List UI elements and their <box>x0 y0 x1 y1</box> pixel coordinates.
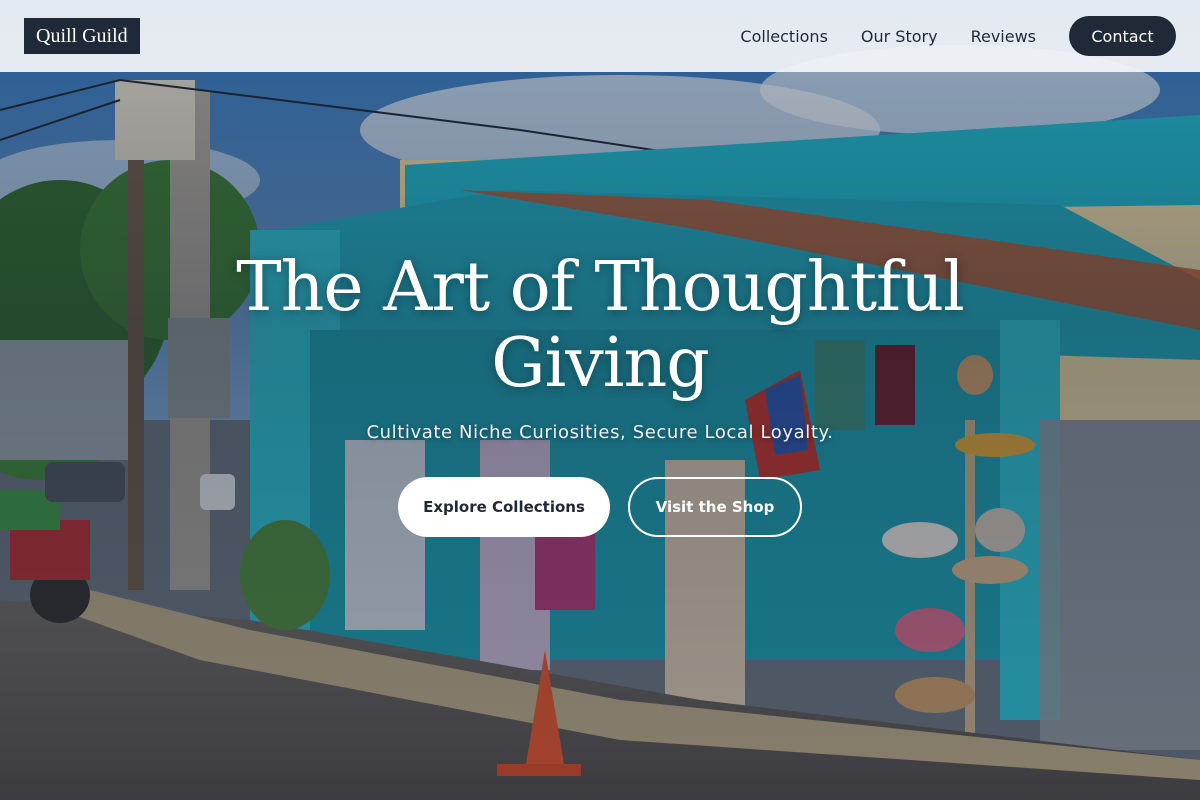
hero-title: The Art of Thoughtful Giving <box>236 248 965 403</box>
nav-link-our-story[interactable]: Our Story <box>861 27 938 46</box>
navbar: Quill Guild Collections Our Story Review… <box>0 0 1200 72</box>
visit-shop-button[interactable]: Visit the Shop <box>628 477 802 537</box>
explore-collections-button[interactable]: Explore Collections <box>398 477 610 537</box>
site-logo[interactable]: Quill Guild <box>24 18 140 54</box>
contact-button[interactable]: Contact <box>1069 16 1176 56</box>
nav-link-reviews[interactable]: Reviews <box>971 27 1036 46</box>
hero-buttons: Explore Collections Visit the Shop <box>0 477 1200 537</box>
hero-content: The Art of Thoughtful Giving Cultivate N… <box>0 250 1200 537</box>
nav-link-collections[interactable]: Collections <box>740 27 827 46</box>
nav-links: Collections Our Story Reviews Contact <box>707 16 1176 56</box>
hero-subtitle: Cultivate Niche Curiosities, Secure Loca… <box>366 422 834 443</box>
